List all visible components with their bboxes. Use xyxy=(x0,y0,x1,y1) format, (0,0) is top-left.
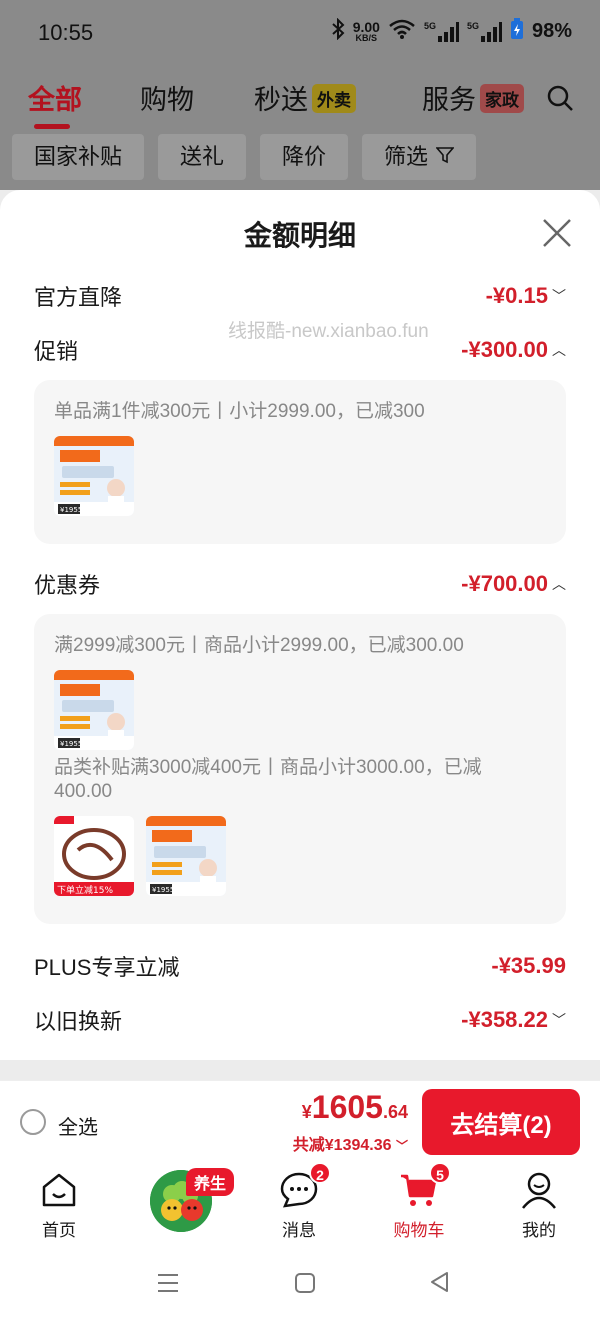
product-thumbnail[interactable]: ¥1955 xyxy=(146,816,226,896)
net-speed: 9.00 KB/S xyxy=(352,19,380,43)
tradein-amount: -¥358.22 xyxy=(461,1007,548,1032)
home-square-icon[interactable] xyxy=(294,1272,316,1299)
tab-all[interactable]: 全部 xyxy=(28,78,82,117)
nav-messages-label: 消息 xyxy=(282,1221,316,1240)
filter-gift[interactable]: 送礼 xyxy=(158,134,247,180)
filter-national-subsidy[interactable]: 国家补贴 xyxy=(12,134,145,180)
status-time: 10:55 xyxy=(38,20,94,45)
tab-active-indicator xyxy=(34,124,70,129)
status-icons: 9.00 KB/S 5G 5G 98% xyxy=(331,17,572,45)
nav-cart-label: 购物车 xyxy=(393,1221,445,1240)
watermark: 线报酷-new.xianbao.fun xyxy=(228,321,429,342)
select-all-checkbox[interactable] xyxy=(20,1109,46,1135)
cable-tag: 下单立减15% xyxy=(57,884,113,896)
nav-mine[interactable]: 我的 xyxy=(494,1170,584,1241)
total-currency: ¥ xyxy=(301,1102,312,1122)
nav-home[interactable]: 首页 xyxy=(14,1170,104,1241)
chevron-up-icon: ︿ xyxy=(552,576,566,592)
official-cut-row[interactable]: 官方直降 -¥0.15 ﹀ xyxy=(34,278,566,314)
total-saved[interactable]: 共减¥1394.36 ﹀ xyxy=(293,1131,408,1155)
plus-amount: -¥35.99 xyxy=(491,953,566,978)
chevron-down-icon: ﹀ xyxy=(395,1139,408,1153)
total-saved-label: 共减¥1394.36 xyxy=(292,1137,392,1154)
top-nav: 全部 购物 秒送 外卖 服务 家政 国家补贴 送礼 降价 筛选 xyxy=(0,64,600,190)
tab-shopping[interactable]: 购物 xyxy=(140,78,194,117)
select-all-label[interactable]: 全选 xyxy=(58,1111,98,1140)
home-icon xyxy=(39,1170,79,1210)
status-bar: 10:55 9.00 KB/S 5G 5G 98% xyxy=(0,0,600,64)
coupon-detail-text-1: 满2999减300元丨商品小计2999.00，已减300.00 xyxy=(54,635,464,656)
cable-thumbnail[interactable]: 下单立减15% xyxy=(54,816,134,896)
checkout-button[interactable]: 去结算(2) xyxy=(422,1089,580,1155)
cart-summary-bar: 全选 ¥1605.64 共减¥1394.36 ﹀ 去结算(2) xyxy=(0,1080,600,1162)
total-integer: 1605 xyxy=(311,1089,383,1125)
chevron-up-icon: ︿ xyxy=(552,342,566,358)
battery-icon xyxy=(510,18,524,45)
filter-screen-label: 筛选 xyxy=(384,144,429,169)
tab-express[interactable]: 秒送 xyxy=(254,78,308,117)
coupon-detail-text-2: 品类补贴满3000减400元丨商品小计3000.00，已减400.00 xyxy=(54,757,482,802)
detail-list: 官方直降 -¥0.15 ﹀ 促销 -¥300.00 ︿ 单品满1件减300元丨小计2… xyxy=(14,274,586,1060)
chevron-down-icon: ﹀ xyxy=(552,1012,566,1028)
cart-icon: 5 xyxy=(399,1162,451,1210)
plus-label: PLUS专享立减 xyxy=(34,955,180,980)
bottom-nav: 首页 养生 2 消息 5 购物车 我的 xyxy=(0,1162,600,1242)
nav-cart[interactable]: 5 购物车 xyxy=(374,1162,464,1241)
user-icon xyxy=(519,1170,559,1210)
official-cut-amount: -¥0.15 xyxy=(485,283,548,308)
message-icon: 2 xyxy=(279,1162,331,1210)
signal-icon-1: 5G xyxy=(424,21,459,42)
funnel-icon xyxy=(435,134,455,180)
product-thumbnail[interactable]: ¥1955 xyxy=(54,436,134,516)
takeout-badge: 外卖 xyxy=(312,84,356,113)
close-icon[interactable] xyxy=(540,216,574,250)
battery-level: 98% xyxy=(531,20,572,42)
thumb-price: ¥1955 xyxy=(152,886,174,894)
promo-amount: -¥300.00 xyxy=(461,337,548,362)
sheet-title: 金额明细 xyxy=(243,220,356,251)
cart-badge: 5 xyxy=(429,1162,451,1184)
thumb-price: ¥1955 xyxy=(60,506,82,514)
messages-badge: 2 xyxy=(309,1162,331,1184)
coupon-row[interactable]: 优惠券 -¥700.00 ︿ xyxy=(34,566,566,602)
wellness-tag: 养生 xyxy=(186,1168,235,1196)
total-decimal: .64 xyxy=(382,1102,408,1122)
coupon-label: 优惠券 xyxy=(34,573,101,598)
filter-screen[interactable]: 筛选 xyxy=(362,134,477,180)
nav-messages[interactable]: 2 消息 xyxy=(254,1162,344,1241)
official-cut-label: 官方直降 xyxy=(34,285,123,310)
thumb-price: ¥1955 xyxy=(60,740,82,748)
category-tabs: 全部 购物 秒送 外卖 服务 家政 xyxy=(0,78,600,129)
signal-icon-2: 5G xyxy=(467,21,502,42)
promo-label: 促销 xyxy=(34,339,79,364)
filter-price-drop[interactable]: 降价 xyxy=(260,134,349,180)
tab-service[interactable]: 服务 xyxy=(422,78,476,117)
tradein-row[interactable]: 以旧换新 -¥358.22 ﹀ xyxy=(34,1002,566,1038)
tradein-label: 以旧换新 xyxy=(34,1009,123,1034)
coupon-amount: -¥700.00 xyxy=(461,571,548,596)
system-nav-bar xyxy=(0,1242,600,1320)
search-icon[interactable] xyxy=(546,84,574,117)
promo-detail-text: 单品满1件减300元丨小计2999.00，已减300 xyxy=(54,401,425,422)
total-price: ¥1605.64 xyxy=(302,1089,408,1126)
housekeeping-badge: 家政 xyxy=(480,84,524,113)
filter-bar: 国家补贴 送礼 降价 筛选 xyxy=(12,134,477,180)
coupon-detail-card: 满2999减300元丨商品小计2999.00，已减300.00 ¥1955 品类… xyxy=(34,614,566,924)
menu-icon[interactable] xyxy=(156,1272,180,1299)
nav-mine-label: 我的 xyxy=(522,1221,556,1240)
back-triangle-icon[interactable] xyxy=(428,1270,450,1299)
wifi-icon xyxy=(388,18,416,45)
chevron-down-icon: ﹀ xyxy=(552,288,566,304)
bluetooth-icon xyxy=(331,17,345,45)
sheet-bottom-divider xyxy=(0,1060,600,1080)
promo-detail-card: 单品满1件减300元丨小计2999.00，已减300 ¥1955 xyxy=(34,380,566,544)
nav-home-label: 首页 xyxy=(42,1221,76,1240)
product-thumbnail[interactable]: ¥1955 xyxy=(54,670,134,750)
plus-row: PLUS专享立减 -¥35.99 xyxy=(34,948,566,984)
